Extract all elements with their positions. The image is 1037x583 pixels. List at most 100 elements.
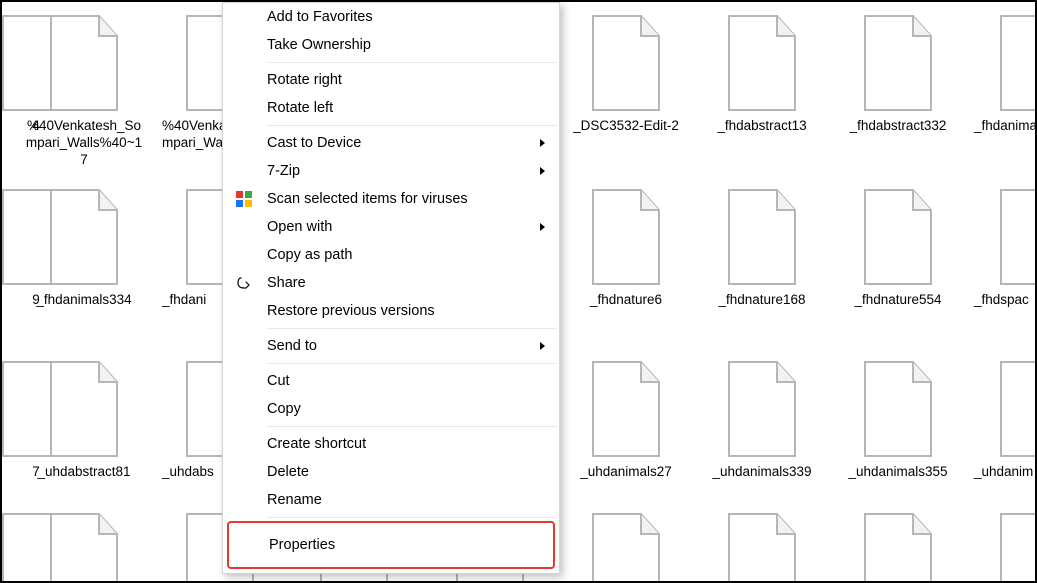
menu-7zip[interactable]: 7-Zip <box>223 157 559 185</box>
file-item[interactable]: %40Venkatesh_Sompari_Walls%40~17 <box>24 14 144 169</box>
menu-label: Share <box>267 275 306 291</box>
file-label: _fhdanimals334 <box>24 292 144 309</box>
file-icon <box>859 14 937 112</box>
file-label: _fhdanima <box>974 118 1037 135</box>
menu-scan-viruses[interactable]: Scan selected items for viruses <box>223 185 559 213</box>
file-icon <box>859 512 937 583</box>
file-item[interactable] <box>974 512 1037 583</box>
file-item[interactable]: _DSC3532-Edit-2 <box>566 14 686 135</box>
menu-label: Cut <box>267 373 290 389</box>
file-item[interactable] <box>24 512 144 583</box>
file-item[interactable]: _fhdnature554 <box>838 188 958 309</box>
file-icon <box>45 14 123 112</box>
menu-add-favorites[interactable]: Add to Favorites <box>223 3 559 31</box>
menu-label: 7-Zip <box>267 163 300 179</box>
file-icon <box>587 14 665 112</box>
file-item[interactable]: _fhdabstract13 <box>702 14 822 135</box>
file-item[interactable]: _fhdabstract332 <box>838 14 958 135</box>
file-label: _uhdanimals355 <box>838 464 958 481</box>
menu-separator <box>267 426 557 427</box>
menu-label: Delete <box>267 464 309 480</box>
menu-cut[interactable]: Cut <box>223 367 559 395</box>
menu-separator <box>267 363 557 364</box>
file-label: _fhdnature6 <box>566 292 686 309</box>
file-icon <box>45 188 123 286</box>
file-icon <box>723 360 801 458</box>
menu-label: Create shortcut <box>267 436 366 452</box>
menu-restore-previous[interactable]: Restore previous versions <box>223 297 559 325</box>
file-item[interactable]: _uhdanimals355 <box>838 360 958 481</box>
file-icon <box>723 512 801 583</box>
menu-rotate-right[interactable]: Rotate right <box>223 66 559 94</box>
file-item[interactable]: _fhdanimals334 <box>24 188 144 309</box>
file-label: _uhdanimals27 <box>566 464 686 481</box>
file-item[interactable]: _uhdanimals339 <box>702 360 822 481</box>
menu-label: Add to Favorites <box>267 9 373 25</box>
file-item[interactable]: _uhdabstract81 <box>24 360 144 481</box>
menu-label: Rotate right <box>267 72 342 88</box>
menu-label: Take Ownership <box>267 37 371 53</box>
file-label: _fhdspac <box>974 292 1037 309</box>
file-item[interactable] <box>838 512 958 583</box>
share-icon <box>235 274 253 292</box>
file-label: _uhdanimals339 <box>702 464 822 481</box>
menu-label: Copy <box>267 401 301 417</box>
menu-rename[interactable]: Rename <box>223 486 559 514</box>
menu-label: Open with <box>267 219 332 235</box>
menu-send-to[interactable]: Send to <box>223 332 559 360</box>
file-icon <box>587 512 665 583</box>
file-item[interactable] <box>566 512 686 583</box>
file-item[interactable] <box>702 512 822 583</box>
file-item[interactable]: _fhdnature168 <box>702 188 822 309</box>
menu-label: Scan selected items for viruses <box>267 191 468 207</box>
menu-properties[interactable]: Properties <box>227 521 555 569</box>
menu-label: Rotate left <box>267 100 333 116</box>
file-label: _uhdabstract81 <box>24 464 144 481</box>
menu-separator <box>267 328 557 329</box>
file-label: _fhdabstract332 <box>838 118 958 135</box>
menu-create-shortcut[interactable]: Create shortcut <box>223 430 559 458</box>
menu-label: Copy as path <box>267 247 352 263</box>
file-icon <box>995 14 1037 112</box>
menu-separator <box>267 62 557 63</box>
menu-separator <box>267 125 557 126</box>
menu-label: Send to <box>267 338 317 354</box>
file-label: _uhdanim <box>974 464 1037 481</box>
menu-share[interactable]: Share <box>223 269 559 297</box>
menu-copy-as-path[interactable]: Copy as path <box>223 241 559 269</box>
antivirus-icon <box>235 190 253 208</box>
file-item[interactable]: _uhdanimals27 <box>566 360 686 481</box>
file-label: %40Venkatesh_Sompari_Walls%40~17 <box>24 118 144 169</box>
menu-delete[interactable]: Delete <box>223 458 559 486</box>
menu-copy[interactable]: Copy <box>223 395 559 423</box>
file-icon <box>859 360 937 458</box>
file-icon <box>723 188 801 286</box>
file-icon <box>45 512 123 583</box>
menu-cast-to-device[interactable]: Cast to Device <box>223 129 559 157</box>
file-icon <box>587 360 665 458</box>
menu-label: Rename <box>267 492 322 508</box>
file-label: _fhdabstract13 <box>702 118 822 135</box>
menu-label: Properties <box>269 537 335 553</box>
menu-label: Restore previous versions <box>267 303 435 319</box>
file-icon <box>995 512 1037 583</box>
menu-take-ownership[interactable]: Take Ownership <box>223 31 559 59</box>
file-icon <box>995 360 1037 458</box>
file-icon <box>723 14 801 112</box>
file-item[interactable]: _fhdanima <box>974 14 1037 135</box>
explorer-window: 4 %40Venkatesh_Sompari_Walls%40~17 %40Ve… <box>0 0 1037 583</box>
menu-rotate-left[interactable]: Rotate left <box>223 94 559 122</box>
menu-separator <box>267 517 557 518</box>
file-item[interactable]: _fhdnature6 <box>566 188 686 309</box>
menu-label: Cast to Device <box>267 135 361 151</box>
file-label: _fhdnature554 <box>838 292 958 309</box>
menu-open-with[interactable]: Open with <box>223 213 559 241</box>
file-icon <box>859 188 937 286</box>
file-icon <box>45 360 123 458</box>
file-item[interactable]: _uhdanim <box>974 360 1037 481</box>
file-label: _DSC3532-Edit-2 <box>566 118 686 135</box>
context-menu: Add to Favorites Take Ownership Rotate r… <box>222 2 560 574</box>
file-label: _fhdnature168 <box>702 292 822 309</box>
file-icon <box>587 188 665 286</box>
file-item[interactable]: _fhdspac <box>974 188 1037 309</box>
